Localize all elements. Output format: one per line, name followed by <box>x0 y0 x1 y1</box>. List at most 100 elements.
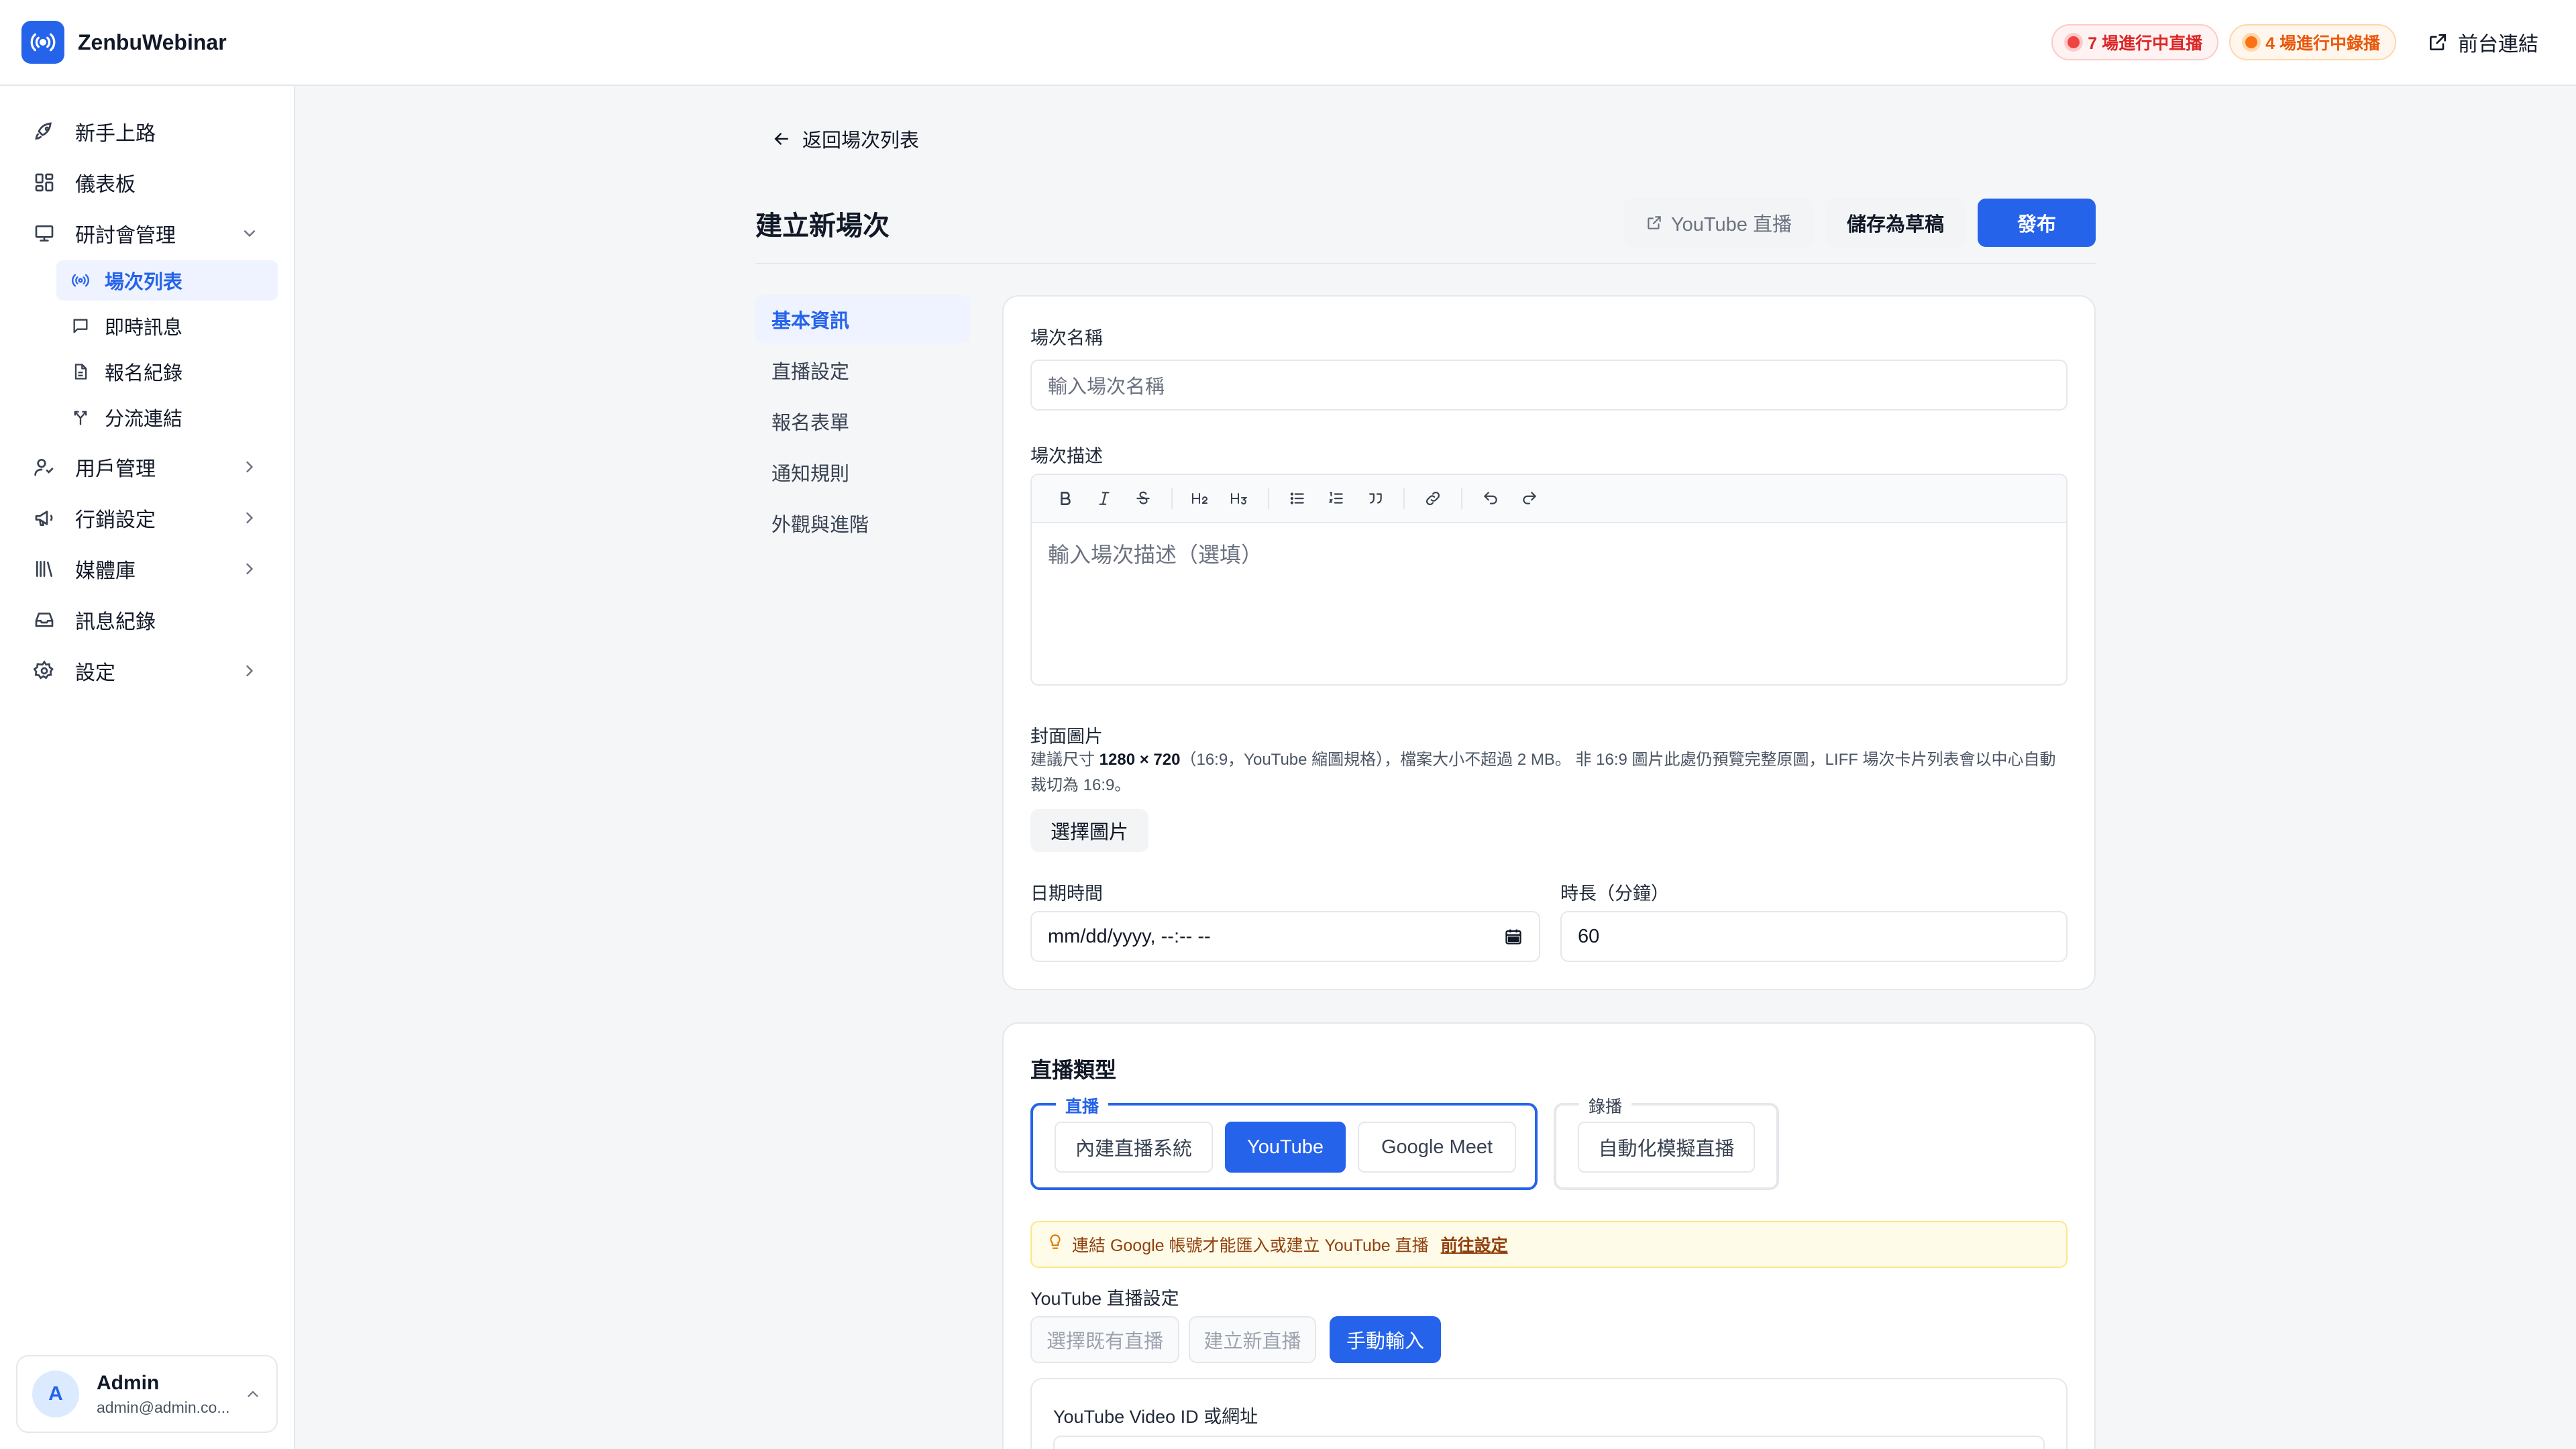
toolbar-separator <box>1403 488 1405 509</box>
broadcast-icon <box>70 270 91 291</box>
option-google-meet[interactable]: Google Meet <box>1358 1122 1516 1173</box>
sidebar-item-registrations[interactable]: 報名紀錄 <box>56 352 278 392</box>
app-name: ZenbuWebinar <box>78 30 227 54</box>
recording-options-group: 錄播 自動化模擬直播 <box>1554 1093 1779 1190</box>
publish-button[interactable]: 發布 <box>1978 199 2096 247</box>
duration-input[interactable]: 60 <box>1560 911 2068 962</box>
sidebar-item-dashboard[interactable]: 儀表板 <box>19 161 276 204</box>
cover-image-hint: 建議尺寸 1280 × 720（16:9，YouTube 縮圖規格），檔案大小不… <box>1030 747 2068 798</box>
user-email: admin@admin.co... <box>97 1398 230 1416</box>
live-badge-label: 7 場進行中直播 <box>2088 34 2203 53</box>
session-desc-label: 場次描述 <box>1030 446 1103 466</box>
youtube-settings-label: YouTube 直播設定 <box>1030 1289 1179 1309</box>
front-link-button[interactable]: 前台連結 <box>2427 28 2555 57</box>
sidebar-sub-label: 場次列表 <box>105 272 183 293</box>
live-options-group: 直播 內建直播系統 YouTube Google Meet <box>1030 1093 1538 1190</box>
italic-icon[interactable] <box>1085 480 1123 517</box>
sidebar-item-media-library[interactable]: 媒體庫 <box>19 547 276 590</box>
datetime-input[interactable]: mm/dd/yyyy, --:-- -- <box>1030 911 1540 962</box>
cover-image-label: 封面圖片 <box>1030 727 1103 747</box>
sidebar-item-message-log[interactable]: 訊息紀錄 <box>19 598 276 641</box>
ordered-list-icon[interactable] <box>1318 480 1355 517</box>
sidebar-item-user-management[interactable]: 用戶管理 <box>19 445 276 488</box>
link-icon[interactable] <box>1414 480 1452 517</box>
chat-icon <box>70 315 91 337</box>
description-placeholder: 輸入場次描述（選填） <box>1048 543 1263 567</box>
option-automated-simulated-live[interactable]: 自動化模擬直播 <box>1578 1122 1755 1173</box>
live-dot-icon <box>2068 36 2080 48</box>
sidebar-item-split-links[interactable]: 分流連結 <box>56 397 278 437</box>
section-nav-appearance-advanced[interactable]: 外觀與進階 <box>755 499 970 547</box>
header-divider <box>755 263 2096 264</box>
bold-icon[interactable] <box>1046 480 1084 517</box>
quote-icon[interactable] <box>1356 480 1394 517</box>
user-menu[interactable]: A Admin admin@admin.co... <box>16 1355 278 1433</box>
mode-manual-input[interactable]: 手動輸入 <box>1330 1316 1441 1363</box>
lightbulb-icon <box>1048 1234 1063 1256</box>
option-builtin-live[interactable]: 內建直播系統 <box>1055 1122 1213 1173</box>
cover-hint-detail: （16:9，YouTube 縮圖規格），檔案大小不超過 2 MB。 非 16:9… <box>1030 751 2056 794</box>
go-to-settings-link[interactable]: 前往設定 <box>1441 1232 1508 1256</box>
sidebar-item-instant-messages[interactable]: 即時訊息 <box>56 306 278 346</box>
arrow-left-icon <box>774 133 788 145</box>
section-nav-registration-form[interactable]: 報名表單 <box>755 397 970 445</box>
sidebar-item-label: 儀表板 <box>75 174 136 196</box>
live-type-title: 直播類型 <box>1030 1058 1117 1082</box>
heading-3-icon[interactable] <box>1221 480 1258 517</box>
mode-select-existing[interactable]: 選擇既有直播 <box>1030 1316 1179 1363</box>
datetime-value: mm/dd/yyyy, --:-- -- <box>1048 925 1211 947</box>
video-id-input[interactable] <box>1053 1436 2045 1449</box>
datetime-label: 日期時間 <box>1030 883 1103 904</box>
chevron-right-icon <box>246 512 254 524</box>
recording-status-badge[interactable]: 4 場進行中錄播 <box>2229 24 2396 60</box>
section-nav-live-settings[interactable]: 直播設定 <box>755 346 970 394</box>
megaphone-icon <box>32 506 56 530</box>
section-nav: 基本資訊 直播設定 報名表單 通知規則 外觀與進階 <box>755 295 970 550</box>
sidebar-item-settings[interactable]: 設定 <box>19 649 276 692</box>
sidebar-item-getting-started[interactable]: 新手上路 <box>19 110 276 153</box>
external-link-icon <box>2430 34 2446 50</box>
redo-icon[interactable] <box>1511 480 1548 517</box>
sidebar-item-marketing[interactable]: 行銷設定 <box>19 496 276 539</box>
library-icon <box>32 557 56 581</box>
save-draft-button[interactable]: 儲存為草稿 <box>1825 199 1966 247</box>
split-icon <box>70 407 91 428</box>
sidebar-sub-label: 報名紀錄 <box>105 363 183 384</box>
chevron-right-icon <box>246 563 254 575</box>
heading-2-icon[interactable] <box>1182 480 1220 517</box>
notice-text: 連結 Google 帳號才能匯入或建立 YouTube 直播 <box>1072 1236 1429 1255</box>
editor-toolbar <box>1032 475 2066 523</box>
option-youtube[interactable]: YouTube <box>1225 1122 1346 1173</box>
avatar: A <box>32 1371 79 1417</box>
description-editor[interactable]: 輸入場次描述（選填） <box>1030 474 2068 686</box>
users-icon <box>32 455 56 479</box>
sidebar-item-label: 新手上路 <box>75 123 156 145</box>
sidebar-item-session-list[interactable]: 場次列表 <box>56 260 278 301</box>
chevron-right-icon <box>246 461 254 473</box>
sidebar-item-seminar-management[interactable]: 研討會管理 <box>19 212 276 255</box>
choose-image-button[interactable]: 選擇圖片 <box>1030 809 1148 852</box>
live-group-legend: 直播 <box>1056 1093 1109 1118</box>
sidebar-item-label: 訊息紀錄 <box>75 611 156 633</box>
sidebar-item-label: 媒體庫 <box>75 560 136 582</box>
back-to-list-link[interactable]: 返回場次列表 <box>771 125 919 153</box>
section-nav-notification-rules[interactable]: 通知規則 <box>755 448 970 496</box>
toolbar-separator <box>1171 488 1173 509</box>
strikethrough-icon[interactable] <box>1124 480 1162 517</box>
mode-create-new[interactable]: 建立新直播 <box>1189 1316 1316 1363</box>
user-name: Admin <box>97 1371 160 1394</box>
youtube-live-button[interactable]: YouTube 直播 <box>1623 199 1813 247</box>
chevron-right-icon <box>246 665 254 677</box>
session-name-input[interactable]: 輸入場次名稱 <box>1030 360 2068 411</box>
chevron-up-icon <box>248 1391 258 1397</box>
session-name-label: 場次名稱 <box>1030 328 1103 348</box>
external-link-icon <box>1648 216 1661 229</box>
undo-icon[interactable] <box>1472 480 1509 517</box>
inbox-icon <box>32 608 56 632</box>
bullet-list-icon[interactable] <box>1279 480 1316 517</box>
live-status-badge[interactable]: 7 場進行中直播 <box>2051 24 2219 60</box>
section-nav-basic-info[interactable]: 基本資訊 <box>755 295 970 343</box>
toolbar-separator <box>1461 488 1462 509</box>
top-bar: ZenbuWebinar 7 場進行中直播 4 場進行中錄播 前台連結 <box>0 0 2576 86</box>
front-link-label: 前台連結 <box>2458 34 2538 56</box>
